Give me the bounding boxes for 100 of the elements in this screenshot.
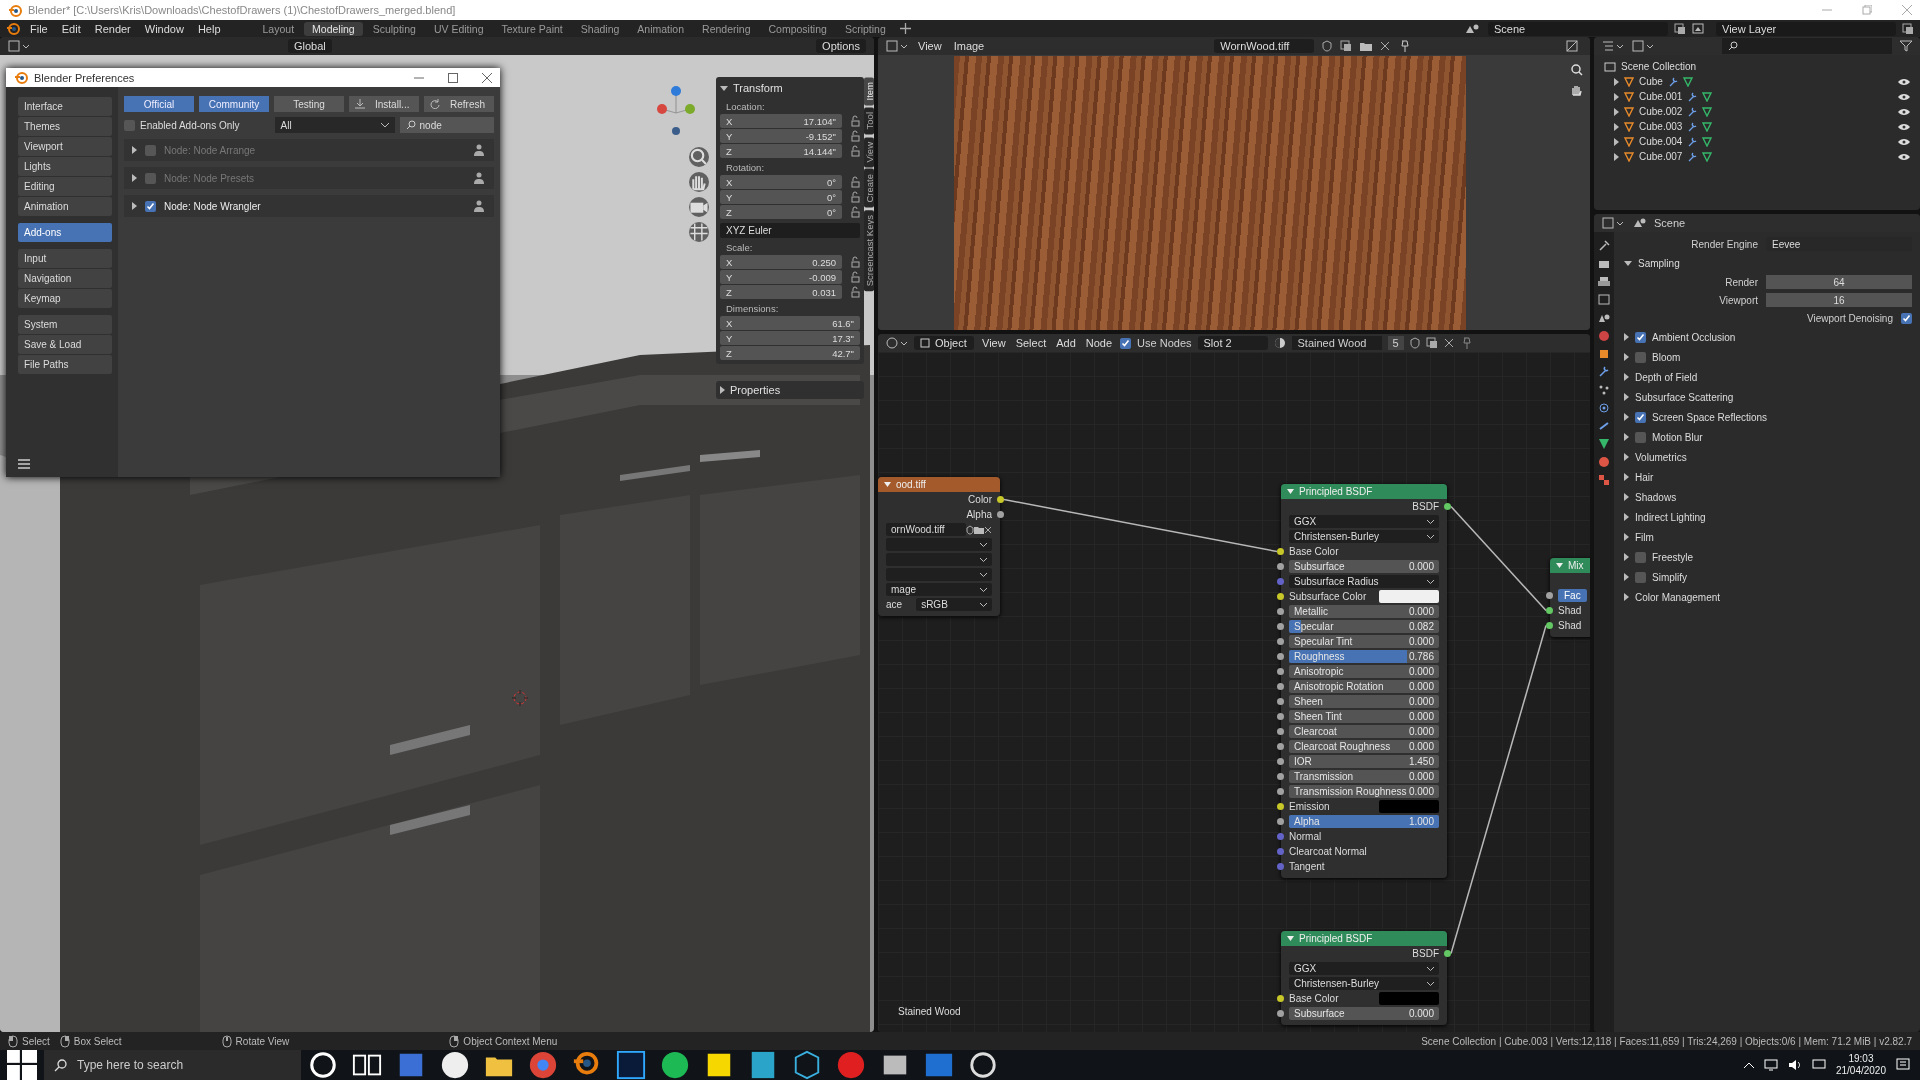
menu-icon[interactable] (18, 459, 30, 469)
workspace-tab[interactable]: Compositing (760, 21, 835, 36)
panel-header[interactable]: Motion Blur (1622, 428, 1912, 446)
disclosure-triangle-icon[interactable] (1624, 433, 1629, 441)
expand-arrow-icon[interactable] (132, 146, 137, 154)
menu-item[interactable]: Node (1083, 337, 1115, 349)
disclosure-triangle-icon[interactable] (720, 386, 725, 394)
dropdown[interactable]: GGX (1289, 962, 1439, 975)
workspace-tab[interactable]: Modeling (304, 21, 363, 36)
workspace-tab[interactable]: Scripting (836, 21, 894, 36)
disclosure-triangle-icon[interactable] (1624, 493, 1629, 501)
dropdown[interactable]: Christensen-Burley (1289, 977, 1439, 990)
node-socket[interactable] (1277, 833, 1284, 840)
image-stack-icon[interactable] (1598, 294, 1610, 306)
expand-arrow-icon[interactable] (1614, 107, 1619, 116)
shield-icon[interactable] (1322, 40, 1333, 52)
number-field[interactable]: Z 0.031 (720, 285, 842, 299)
add-icon[interactable] (899, 23, 911, 34)
node-socket[interactable] (1277, 608, 1284, 615)
outliner-item[interactable]: Scene Collection (1604, 59, 1910, 74)
panel-header[interactable]: Screen Space Reflections (1622, 408, 1912, 426)
sidebar-item[interactable]: Animation (18, 197, 112, 216)
checkbox[interactable] (1635, 571, 1646, 583)
color-swatch[interactable] (1379, 590, 1439, 603)
panel-header[interactable]: Shadows (1622, 488, 1912, 506)
material-name-field[interactable]: Stained Wood (1291, 336, 1382, 350)
padlock-icon[interactable] (850, 144, 860, 158)
eye-icon[interactable] (1898, 152, 1910, 161)
sidebar-item[interactable]: Add-ons (18, 223, 112, 242)
refresh-button[interactable]: Refresh (424, 96, 494, 112)
expand-arrow-icon[interactable] (1614, 152, 1619, 161)
fac-field[interactable]: Fac (1558, 589, 1587, 602)
value-slider[interactable]: Transmission 0.000 (1289, 770, 1439, 783)
node-socket[interactable] (1277, 1010, 1284, 1017)
number-field[interactable]: X 17.104" (720, 114, 842, 128)
orbit-icon[interactable] (1598, 402, 1610, 414)
disclosure-triangle-icon[interactable] (1624, 553, 1629, 561)
maximize-icon[interactable] (448, 72, 458, 83)
panel-header[interactable]: Indirect Lighting (1622, 508, 1912, 526)
node-header[interactable]: Principled BSDF (1281, 484, 1447, 499)
value-slider[interactable]: Clearcoat 0.000 (1289, 725, 1439, 738)
eye-icon[interactable] (1898, 92, 1910, 101)
search-field[interactable] (1722, 38, 1892, 54)
eye-icon[interactable] (1898, 137, 1910, 146)
eye-icon[interactable] (1898, 107, 1910, 116)
panel-header[interactable]: Depth of Field (1622, 368, 1912, 386)
node-socket[interactable] (1277, 698, 1284, 705)
menu-item[interactable]: View (980, 337, 1008, 349)
node-socket[interactable] (1444, 503, 1451, 510)
panel-header[interactable]: Sampling (1622, 254, 1912, 272)
outliner-item[interactable]: Cube (1604, 74, 1910, 89)
filter-icon[interactable] (1900, 40, 1912, 52)
color-swatch[interactable] (1379, 800, 1439, 813)
editor-type-icon[interactable] (1602, 40, 1624, 52)
collapse-triangle-icon[interactable] (884, 481, 891, 488)
expand-arrow-icon[interactable] (1614, 92, 1619, 101)
outliner-item[interactable]: Cube.002 (1604, 104, 1910, 119)
node-socket[interactable] (1546, 622, 1553, 629)
padlock-icon[interactable] (850, 285, 860, 299)
workspace-tab[interactable]: Rendering (694, 21, 759, 36)
panel-header[interactable]: Volumetrics (1622, 448, 1912, 466)
checkbox[interactable] (1635, 411, 1646, 423)
dropdown[interactable]: Subsurface Radius (1289, 575, 1439, 588)
slot-dropdown[interactable]: Slot 2 (1197, 336, 1268, 350)
sidebar-item[interactable]: Input (18, 249, 112, 268)
shield-icon[interactable] (1409, 337, 1420, 349)
disclosure-triangle-icon[interactable] (1624, 373, 1629, 381)
addon-row[interactable]: Node: Node Wrangler (124, 195, 494, 217)
dropdown[interactable]: mage (886, 583, 992, 596)
close-icon[interactable] (482, 72, 492, 83)
user-count[interactable]: 5 (1387, 336, 1404, 350)
node-socket[interactable] (1277, 653, 1284, 660)
disclosure-triangle-icon[interactable] (1624, 573, 1629, 581)
padlock-icon[interactable] (850, 114, 860, 128)
mesh-triangle-icon[interactable] (1598, 438, 1610, 450)
menu-item[interactable]: View (916, 40, 944, 52)
install-button[interactable]: Install... (349, 96, 419, 112)
value-slider[interactable]: Subsurface 0.000 (1289, 1007, 1439, 1020)
sidebar-item[interactable]: Navigation (18, 269, 112, 288)
notification-icon[interactable] (1896, 1058, 1910, 1072)
panel-header[interactable]: Hair (1622, 468, 1912, 486)
sidebar-item[interactable]: Editing (18, 177, 112, 196)
panel-header[interactable]: Color Management (1622, 588, 1912, 606)
node-socket[interactable] (1277, 773, 1284, 780)
padlock-icon[interactable] (850, 205, 860, 219)
orientation-dropdown[interactable]: Global (288, 39, 332, 53)
expand-arrow-icon[interactable] (1614, 77, 1619, 86)
sidebar-item[interactable]: Interface (18, 97, 112, 116)
value-slider[interactable]: Anisotropic Rotation 0.000 (1289, 680, 1439, 693)
number-field[interactable]: Z 14.144" (720, 144, 842, 158)
node-header[interactable]: Mix (1550, 558, 1590, 573)
number-field[interactable]: IOR 1.450 (1289, 755, 1439, 768)
disclosure-triangle-icon[interactable] (1624, 593, 1629, 601)
copy-icon[interactable] (1674, 22, 1686, 35)
number-field[interactable]: X 0° (720, 175, 842, 189)
dropdown[interactable]: sRGB (916, 598, 992, 611)
node-socket[interactable] (1277, 743, 1284, 750)
wrench-icon[interactable] (1598, 366, 1610, 378)
disclosure-triangle-icon[interactable] (1624, 473, 1629, 481)
number-field[interactable]: Y 17.3" (720, 331, 860, 345)
